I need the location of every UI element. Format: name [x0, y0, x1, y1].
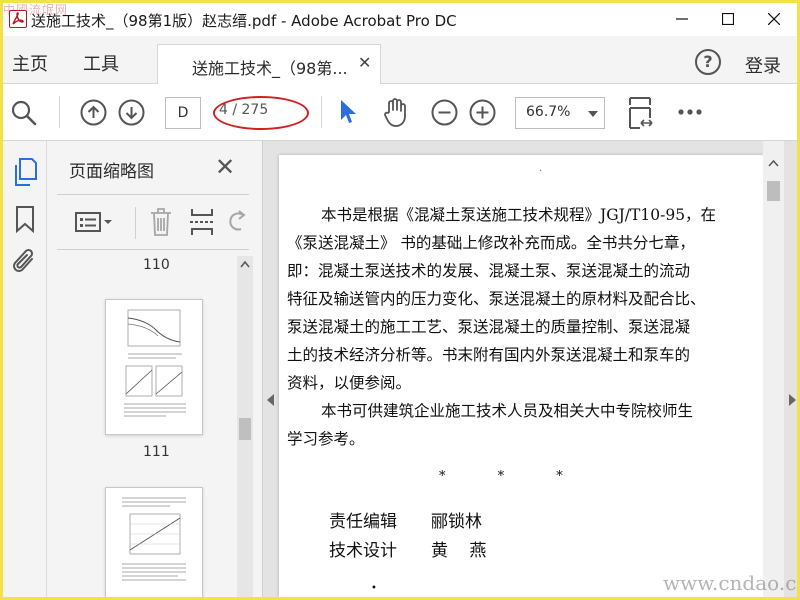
thumbnails-panel: 页面缩略图 ✕ 110 111: [47, 141, 263, 597]
paragraph-line: 土的技术经济分析等。书末附有国内外泵送混凝土和泵车的: [287, 346, 691, 364]
next-page-icon[interactable]: [118, 99, 145, 126]
hand-tool-icon[interactable]: [381, 96, 411, 128]
bookmark-icon[interactable]: [15, 205, 35, 233]
acrobat-app-icon: [9, 10, 27, 28]
close-panel-icon[interactable]: ✕: [215, 153, 235, 181]
minimize-button[interactable]: [659, 3, 705, 36]
paragraph-line: 本书是根据《混凝土泵送施工技术规程》JGJ/T10-95，在: [321, 206, 717, 224]
red-highlight-ellipse: [213, 96, 309, 130]
acrobat-window: 中國流氓网 送施工技术_（98第1版）赵志缙.pdf - Adobe Acrob…: [3, 3, 797, 597]
page-speck: •: [371, 583, 377, 594]
page-number-input[interactable]: D: [165, 97, 201, 129]
editor-name: 郦锁林: [431, 512, 482, 532]
maximize-icon: [722, 13, 734, 25]
title-bar: 中國流氓网 送施工技术_（98第1版）赵志缙.pdf - Adobe Acrob…: [3, 3, 797, 36]
help-button[interactable]: ?: [695, 49, 721, 75]
thumbnail-page-label: 111: [143, 444, 170, 460]
close-icon: [768, 13, 780, 25]
toolbar-separator: [321, 96, 322, 128]
more-options-icon[interactable]: [677, 108, 703, 116]
thumbnail-page-112[interactable]: [105, 487, 203, 597]
fit-page-icon[interactable]: [627, 96, 653, 130]
paragraph-line: 资料，以便参阅。: [287, 374, 412, 392]
select-tool-icon[interactable]: [339, 98, 359, 126]
expand-right-panel-icon[interactable]: [789, 394, 796, 406]
thumbnail-toolbar: [57, 194, 249, 250]
scroll-up-icon[interactable]: [768, 159, 779, 167]
scrollbar-thumb[interactable]: [239, 418, 251, 440]
zoom-out-icon[interactable]: [431, 99, 458, 126]
pdf-page: . 本书是根据《混凝土泵送施工技术规程》JGJ/T10-95，在 《泵送混凝土》…: [279, 155, 763, 597]
tab-home[interactable]: 主页: [12, 50, 48, 76]
paragraph-line: 泵送混凝土的施工工艺、泵送混凝土的质量控制、泵送混凝: [287, 318, 691, 336]
chevron-down-icon: [588, 111, 598, 117]
designer-role: 技术设计: [329, 541, 397, 561]
minimize-icon: [676, 18, 688, 20]
toolbar-separator: [59, 96, 60, 128]
insert-page-icon[interactable]: [189, 207, 215, 237]
login-button[interactable]: 登录: [745, 52, 781, 78]
thumbnail-page-111[interactable]: [105, 299, 203, 435]
thumbnail-options-icon[interactable]: [75, 210, 113, 234]
thumbnail-scrollbar[interactable]: [237, 256, 253, 597]
search-icon[interactable]: [11, 100, 37, 126]
window-title: 送施工技术_（98第1版）赵志缙.pdf - Adobe Acrobat Pro…: [31, 12, 457, 30]
tab-bar: 主页 工具 送施工技术_（98第... ✕ ? 登录: [3, 36, 797, 84]
maximize-button[interactable]: [705, 3, 751, 36]
zoom-value: 66.7%: [526, 104, 571, 120]
paragraph-line: 本书可供建筑企业施工技术人员及相关大中专院校师生: [321, 402, 694, 420]
paragraph-line: 即：混凝土泵送技术的发展、混凝土泵、泵送混凝土的流动: [287, 262, 691, 280]
delete-page-icon[interactable]: [149, 207, 173, 237]
tab-document[interactable]: 送施工技术_（98第... ✕: [157, 44, 381, 84]
panel-title: 页面缩略图: [69, 162, 154, 182]
paragraph-line: 学习参考。: [287, 430, 365, 448]
attachment-icon[interactable]: [12, 247, 38, 277]
thumbnail-page-image: [122, 497, 186, 581]
close-tab-icon[interactable]: ✕: [358, 53, 371, 72]
rotate-page-icon[interactable]: [227, 209, 247, 235]
designer-name: 黄 燕: [431, 541, 495, 561]
editor-role: 责任编辑: [329, 512, 397, 532]
collapse-left-panel-icon[interactable]: [267, 394, 274, 406]
paragraph-line: 特征及输送管内的压力变化、泵送混凝土的原材料及配合比、: [287, 290, 706, 308]
document-area: . 本书是根据《混凝土泵送施工技术规程》JGJ/T10-95，在 《泵送混凝土》…: [263, 141, 797, 597]
toolbar: D 4 / 275 66.7%: [3, 84, 797, 141]
document-scrollbar[interactable]: [763, 141, 784, 597]
site-watermark: www.cndao.com: [663, 571, 797, 595]
previous-page-icon[interactable]: [80, 99, 107, 126]
page-speck: .: [539, 163, 543, 174]
zoom-in-icon[interactable]: [469, 99, 496, 126]
section-divider-stars: * * *: [439, 469, 587, 484]
document-tab-label: 送施工技术_（98第...: [192, 59, 348, 78]
toolbar-separator: [135, 207, 136, 239]
tab-tools[interactable]: 工具: [83, 50, 119, 76]
scroll-up-icon[interactable]: [240, 260, 250, 268]
navigation-rail: [3, 141, 47, 597]
zoom-dropdown[interactable]: 66.7%: [515, 97, 605, 129]
page-thumbnails-icon[interactable]: [12, 157, 38, 187]
thumbnail-page-image: [124, 309, 186, 417]
paragraph-line: 《泵送混凝土》 书的基础上修改补充而成。全书共分七章，: [287, 234, 695, 252]
thumbnail-page-label: 110: [143, 257, 170, 273]
scrollbar-thumb[interactable]: [767, 181, 780, 201]
close-window-button[interactable]: [751, 3, 797, 36]
